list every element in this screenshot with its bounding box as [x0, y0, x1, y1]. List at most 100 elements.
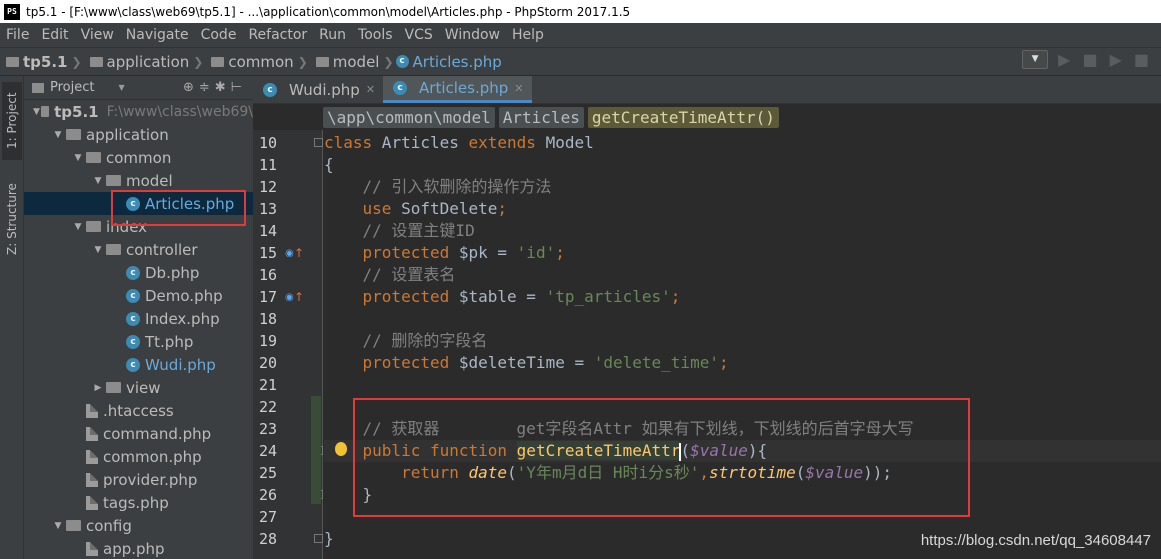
editor-tab-articles[interactable]: c Articles.php ✕ [383, 76, 532, 103]
tree-item-label: provider.php [103, 470, 198, 489]
tree-item-application[interactable]: ▼ application [24, 123, 253, 146]
breadcrumb-method[interactable]: getCreateTimeAttr() [587, 106, 779, 128]
tree-item-index[interactable]: ▼ index [24, 215, 253, 238]
nav-crumb-common[interactable]: common [228, 53, 293, 71]
fold-marker-icon[interactable] [314, 534, 323, 543]
chevron-down-icon[interactable]: ▼ [70, 153, 86, 163]
gear-icon[interactable]: ✱ [215, 80, 231, 95]
code-editor[interactable]: class Articles extends Model { // 引入软删除的… [324, 130, 1161, 559]
code-comment: // 获取器 [324, 419, 440, 438]
line-number: 26 [258, 486, 277, 504]
tree-item-common-php[interactable]: ▶common.php [24, 445, 253, 468]
tree-item-label: application [86, 125, 169, 144]
sync-icon[interactable]: ⊕ [183, 80, 199, 95]
menu-refactor[interactable]: Refactor [242, 27, 313, 43]
tree-item-common[interactable]: ▼ common [24, 146, 253, 169]
tree-item-provider-php[interactable]: ▶provider.php [24, 468, 253, 491]
tree-item-model[interactable]: ▼ model [24, 169, 253, 192]
tool-tab-project[interactable]: 1: Project [2, 82, 22, 160]
window-title: tp5.1 - [F:\www\class\web69\tp5.1] - ...… [26, 4, 631, 19]
tree-item-label: controller [126, 240, 198, 259]
menu-vcs[interactable]: VCS [399, 27, 439, 43]
tree-item-label: Wudi.php [145, 355, 216, 374]
tree-item-wudi-php[interactable]: ▶cWudi.php [24, 353, 253, 376]
project-panel-title[interactable]: Project [50, 80, 94, 95]
folder-icon [66, 129, 81, 140]
keyword: use [324, 199, 392, 218]
implements-marker-icon[interactable]: ◉ [285, 292, 294, 303]
menu-tools[interactable]: Tools [352, 27, 399, 43]
menu-bar: File Edit View Navigate Code Refactor Ru… [0, 23, 1161, 47]
tool-tab-structure[interactable]: Z: Structure [2, 174, 22, 264]
run-icon[interactable]: ▶ [1058, 50, 1070, 69]
implements-marker-icon[interactable]: ◉ [285, 248, 294, 259]
tree-item-tags-php[interactable]: ▶tags.php [24, 491, 253, 514]
lightbulb-icon[interactable] [335, 442, 347, 456]
nav-crumb-file[interactable]: Articles.php [413, 53, 502, 71]
debug-icon[interactable]: ■ [1082, 50, 1097, 69]
file-icon [86, 495, 98, 510]
parameter: $value [805, 463, 864, 482]
line-number: 23 [258, 420, 277, 438]
close-icon[interactable]: ✕ [514, 82, 523, 95]
tree-item-config[interactable]: ▼ config [24, 514, 253, 537]
override-arrow-icon[interactable]: ↑ [294, 290, 304, 304]
chevron-right-icon[interactable]: ▶ [90, 383, 106, 393]
menu-run[interactable]: Run [313, 27, 352, 43]
code-line-23: // 获取器 get字段名Attr 如果有下划线，下划线的后首字母大写 [324, 418, 914, 440]
semicolon: ; [555, 243, 565, 262]
code-line-11: { [324, 155, 334, 174]
breadcrumb-class[interactable]: Articles [498, 106, 584, 128]
menu-code[interactable]: Code [195, 27, 243, 43]
line-number: 28 [258, 530, 277, 548]
line-number: 13 [258, 200, 277, 218]
menu-view[interactable]: View [75, 27, 120, 43]
file-icon [86, 426, 98, 441]
chevron-down-icon[interactable]: ▼ [90, 176, 106, 186]
menu-file[interactable]: File [0, 27, 35, 43]
tool-tab-structure-label: Z: Structure [5, 183, 19, 255]
coverage-icon[interactable]: ▶ [1110, 50, 1122, 69]
tree-item-label: Db.php [145, 263, 200, 282]
menu-edit[interactable]: Edit [35, 27, 74, 43]
menu-window[interactable]: Window [439, 27, 506, 43]
project-view-icon [32, 82, 44, 93]
tree-item-label: view [126, 378, 161, 397]
editor-tab-wudi[interactable]: c Wudi.php ✕ [253, 76, 383, 103]
breadcrumb-namespace[interactable]: \app\common\model [323, 106, 495, 128]
close-icon[interactable]: ✕ [366, 83, 375, 96]
stop-icon[interactable]: ■ [1134, 50, 1149, 69]
menu-navigate[interactable]: Navigate [120, 27, 195, 43]
tree-item-controller[interactable]: ▼ controller [24, 238, 253, 261]
tree-item-index-php[interactable]: ▶cIndex.php [24, 307, 253, 330]
phpstorm-app-icon: PS [4, 3, 20, 20]
vcs-change-marker [311, 396, 321, 504]
tree-item-view[interactable]: ▶ view [24, 376, 253, 399]
tree-item-tt-php[interactable]: ▶cTt.php [24, 330, 253, 353]
override-arrow-icon[interactable]: ↑ [294, 246, 304, 260]
collapse-all-icon[interactable]: ≑ [199, 80, 215, 95]
nav-crumb-application[interactable]: application [107, 53, 190, 71]
tree-item-db-php[interactable]: ▶cDb.php [24, 261, 253, 284]
chevron-down-icon[interactable]: ▼ [90, 245, 106, 255]
hide-panel-icon[interactable]: ⊢ [231, 80, 247, 95]
chevron-down-icon[interactable]: ▼ [32, 107, 41, 117]
tree-item-articles-php[interactable]: ▶cArticles.php [24, 192, 253, 215]
run-config-dropdown[interactable]: ▼ [1022, 50, 1049, 69]
chevron-down-icon[interactable]: ▼ [118, 83, 124, 92]
line-number: 24 [258, 442, 277, 460]
nav-crumb-model[interactable]: model [333, 53, 380, 71]
menu-help[interactable]: Help [506, 27, 550, 43]
chevron-down-icon[interactable]: ▼ [50, 521, 66, 531]
fold-marker-icon[interactable] [314, 138, 323, 147]
tree-item-htaccess[interactable]: ▶.htaccess [24, 399, 253, 422]
tree-item-app-php[interactable]: ▶app.php [24, 537, 253, 559]
chevron-down-icon[interactable]: ▼ [70, 222, 86, 232]
nav-crumb-project[interactable]: tp5.1 [23, 53, 67, 71]
tree-item-demo-php[interactable]: ▶cDemo.php [24, 284, 253, 307]
tree-item-command-php[interactable]: ▶command.php [24, 422, 253, 445]
line-number: 22 [258, 398, 277, 416]
semicolon: ; [670, 287, 681, 306]
tree-item-tp5-1[interactable]: ▼ tp5.1 F:\www\class\web69\ [24, 100, 253, 123]
chevron-down-icon[interactable]: ▼ [50, 130, 66, 140]
